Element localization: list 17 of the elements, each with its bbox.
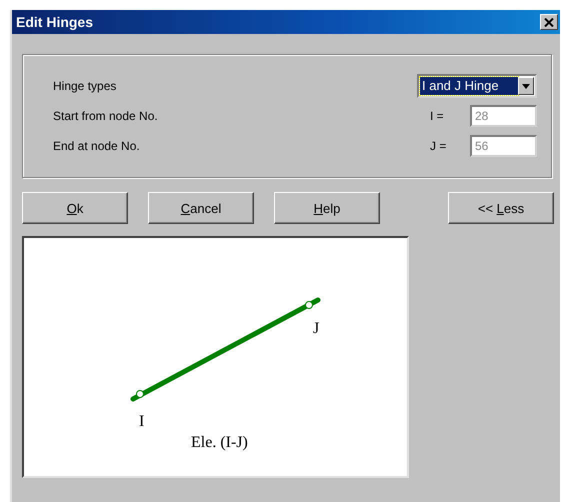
close-button[interactable]	[540, 14, 558, 30]
field-label: Start from node No.	[53, 109, 159, 123]
node-label: I	[139, 413, 144, 430]
dropdown-arrow-icon	[522, 84, 530, 88]
window-title: Edit Hinges	[16, 14, 94, 30]
dialog-button[interactable]: Cancel	[148, 192, 254, 224]
less-button[interactable]: << Less	[448, 192, 554, 224]
dialog-button[interactable]: Ok	[22, 192, 128, 224]
close-icon	[544, 18, 554, 26]
hinge-type-dropdown[interactable]: I and J Hinge	[417, 74, 537, 98]
node-label: J	[313, 320, 320, 337]
node-symbol: I =	[430, 109, 445, 123]
field-label: Hinge types	[53, 79, 118, 93]
node-symbol: J =	[430, 139, 448, 153]
element-caption: Ele. (I-J)	[191, 434, 248, 451]
field-label: End at node No.	[53, 139, 141, 153]
dialog-button[interactable]: Help	[274, 192, 380, 224]
